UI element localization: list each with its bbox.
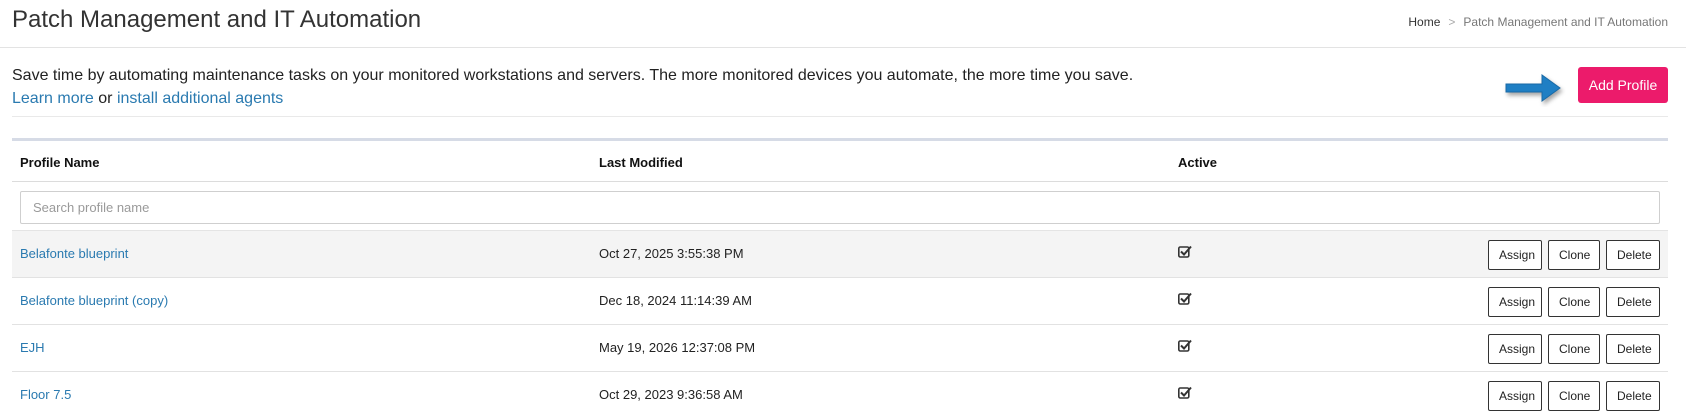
delete-button[interactable]: Delete [1606, 240, 1660, 270]
active-check-icon [1178, 386, 1192, 402]
row-actions: Assign Clone Delete [1488, 381, 1660, 411]
assign-button[interactable]: Assign [1488, 381, 1542, 411]
page: Patch Management and IT Automation Home … [0, 0, 1686, 417]
assign-button[interactable]: Assign [1488, 240, 1542, 270]
profiles-table: Profile Name Last Modified Active Belafo… [12, 138, 1668, 417]
row-actions: Assign Clone Delete [1488, 240, 1660, 270]
clone-button[interactable]: Clone [1548, 381, 1600, 411]
table-row: Belafonte blueprint (copy) Dec 18, 2024 … [12, 278, 1668, 325]
page-title: Patch Management and IT Automation [12, 6, 422, 33]
section-divider [12, 116, 1668, 117]
intro-links: Learn more or install additional agents [12, 87, 1392, 110]
install-agents-link[interactable]: install additional agents [117, 90, 283, 107]
last-modified-cell: May 19, 2026 12:37:08 PM [599, 340, 756, 355]
search-profile-input[interactable] [20, 191, 1660, 224]
row-actions: Assign Clone Delete [1488, 287, 1660, 317]
learn-more-link[interactable]: Learn more [12, 90, 94, 107]
profile-name-link[interactable]: EJH [20, 340, 45, 355]
profile-name-link[interactable]: Belafonte blueprint [20, 246, 128, 261]
intro-or: or [98, 90, 113, 107]
delete-button[interactable]: Delete [1606, 381, 1660, 411]
profile-name-link[interactable]: Floor 7.5 [20, 387, 71, 402]
last-modified-cell: Oct 29, 2023 9:36:58 AM [599, 387, 743, 402]
column-header-active[interactable]: Active [1178, 155, 1217, 170]
arrow-right-icon [1505, 74, 1561, 102]
assign-button[interactable]: Assign [1488, 334, 1542, 364]
assign-button[interactable]: Assign [1488, 287, 1542, 317]
search-row [12, 182, 1668, 231]
delete-button[interactable]: Delete [1606, 287, 1660, 317]
table-row: Floor 7.5 Oct 29, 2023 9:36:58 AM Assign… [12, 372, 1668, 417]
clone-button[interactable]: Clone [1548, 334, 1600, 364]
intro-text: Save time by automating maintenance task… [12, 64, 1392, 110]
table-row: EJH May 19, 2026 12:37:08 PM Assign Clon… [12, 325, 1668, 372]
row-actions: Assign Clone Delete [1488, 334, 1660, 364]
column-header-last-modified[interactable]: Last Modified [599, 155, 683, 170]
breadcrumb-separator: > [1448, 15, 1456, 29]
breadcrumb-current: Patch Management and IT Automation [1463, 15, 1668, 29]
column-header-profile-name[interactable]: Profile Name [20, 155, 99, 170]
table-row: Belafonte blueprint Oct 27, 2025 3:55:38… [12, 231, 1668, 278]
delete-button[interactable]: Delete [1606, 334, 1660, 364]
clone-button[interactable]: Clone [1548, 240, 1600, 270]
add-profile-button[interactable]: Add Profile [1578, 67, 1668, 103]
breadcrumb: Home > Patch Management and IT Automatio… [1408, 15, 1668, 29]
profile-name-link[interactable]: Belafonte blueprint (copy) [20, 293, 168, 308]
intro-description: Save time by automating maintenance task… [12, 67, 1134, 84]
last-modified-cell: Dec 18, 2024 11:14:39 AM [599, 293, 752, 308]
table-header: Profile Name Last Modified Active [12, 141, 1668, 182]
breadcrumb-home[interactable]: Home [1408, 15, 1440, 29]
active-check-icon [1178, 292, 1192, 308]
active-check-icon [1178, 245, 1192, 261]
active-check-icon [1178, 339, 1192, 355]
last-modified-cell: Oct 27, 2025 3:55:38 PM [599, 246, 744, 261]
page-header: Patch Management and IT Automation Home … [0, 0, 1686, 48]
clone-button[interactable]: Clone [1548, 287, 1600, 317]
